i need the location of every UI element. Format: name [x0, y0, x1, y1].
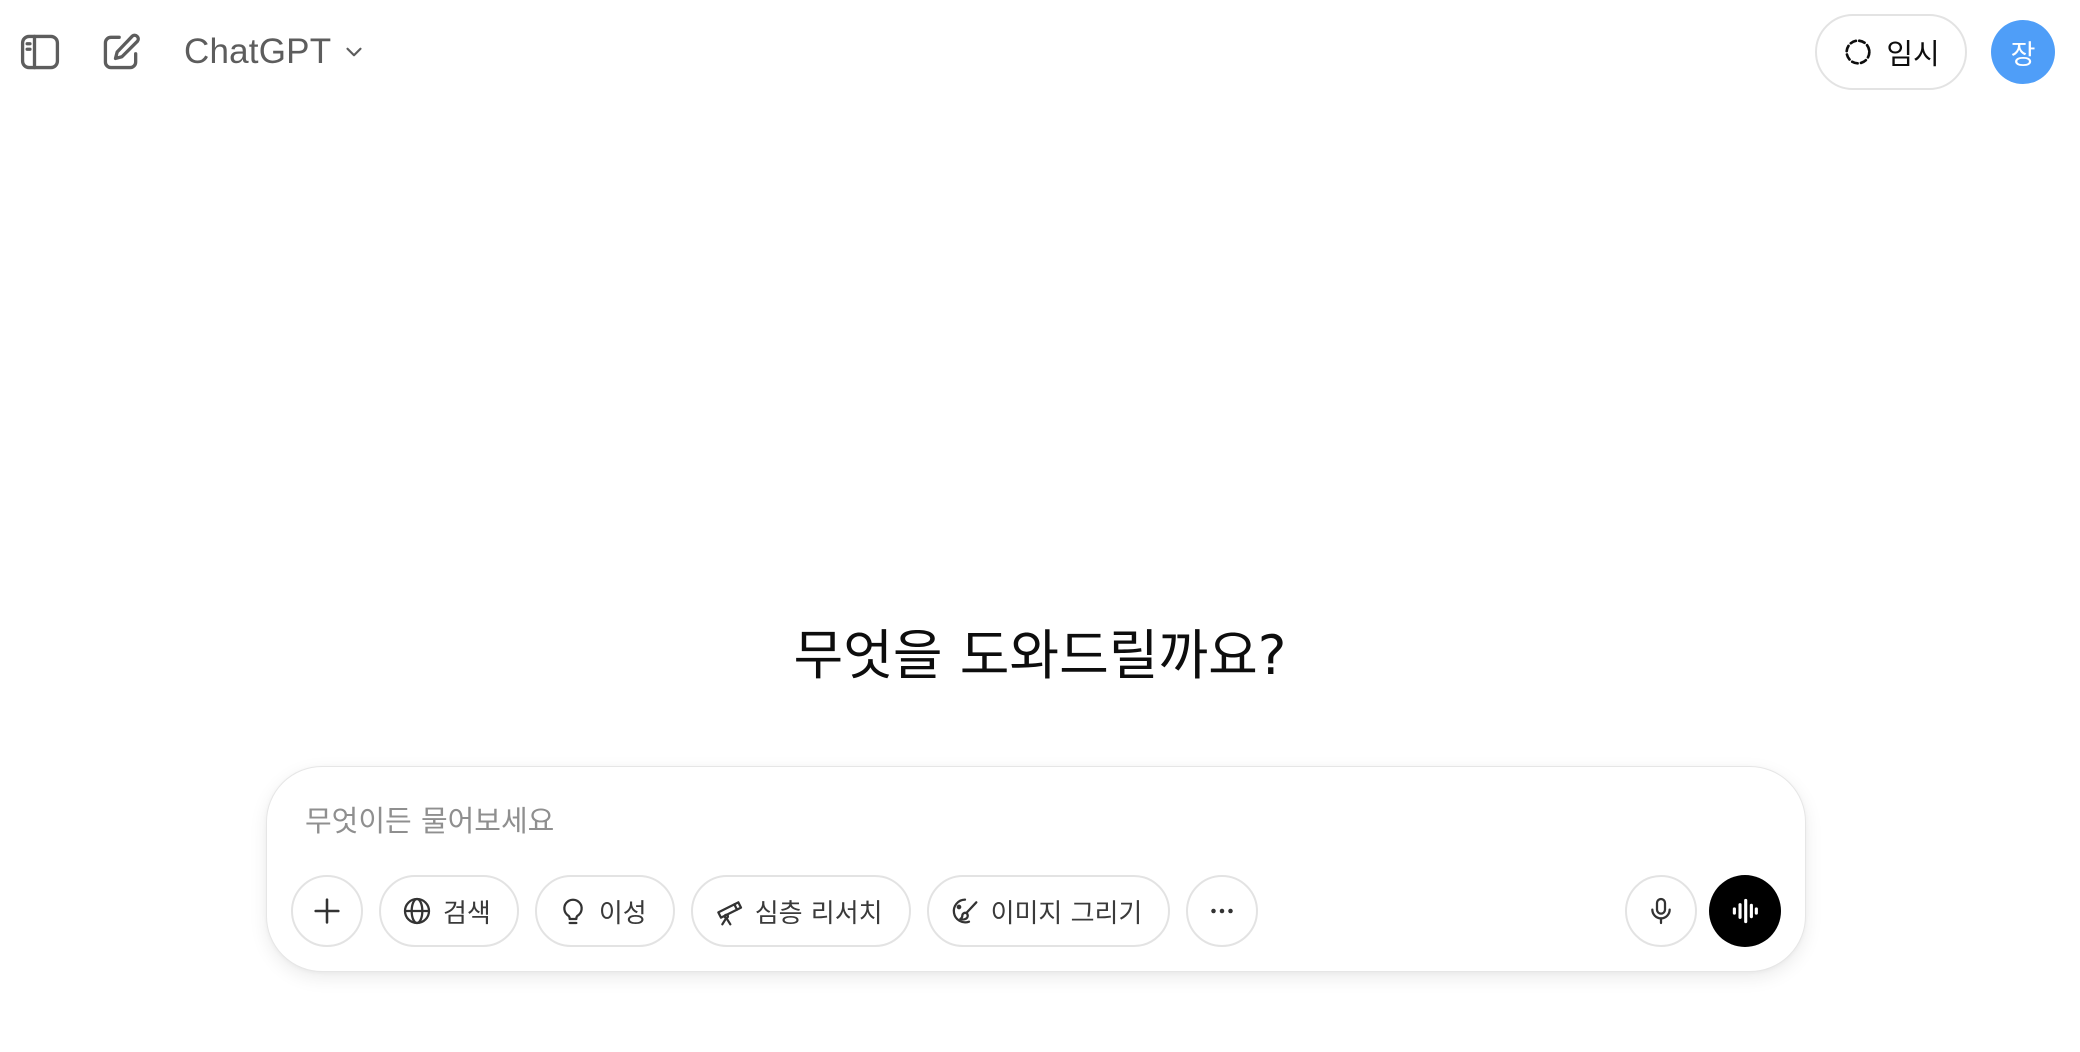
- add-attachment-button[interactable]: [291, 875, 363, 947]
- message-input[interactable]: [305, 797, 1765, 845]
- composer-tools: 검색 이성 심층 리서치 이미지 그리기: [291, 875, 1259, 947]
- dashed-circle-icon: [1842, 36, 1874, 68]
- temporary-chat-label: 임시: [1886, 37, 1940, 71]
- globe-icon: [401, 895, 433, 927]
- voice-mode-button[interactable]: [1709, 875, 1781, 947]
- deep-research-button[interactable]: 심층 리서치: [690, 875, 911, 947]
- model-name: ChatGPT: [184, 32, 332, 71]
- microphone-icon: [1645, 895, 1677, 927]
- top-header: ChatGPT 임시 장: [0, 0, 2080, 104]
- dictation-button[interactable]: [1625, 875, 1697, 947]
- image-create-label: 이미지 그리기: [990, 898, 1143, 929]
- page-headline: 무엇을 도와드릴까요?: [793, 624, 1287, 687]
- model-switcher[interactable]: ChatGPT: [184, 26, 367, 78]
- telescope-icon: [713, 895, 745, 927]
- search-tool-label: 검색: [443, 898, 491, 929]
- new-chat-button[interactable]: [93, 24, 149, 80]
- reason-tool-button[interactable]: 이성: [534, 875, 675, 947]
- reason-tool-label: 이성: [598, 898, 647, 929]
- chevron-down-icon: [341, 39, 367, 65]
- message-composer: 검색 이성: [266, 766, 1806, 972]
- voice-mode-icon: [1728, 894, 1762, 928]
- paintbrush-icon: [949, 895, 981, 927]
- search-tool-button[interactable]: 검색: [379, 875, 519, 947]
- image-create-button[interactable]: 이미지 그리기: [926, 875, 1171, 947]
- composer-actions: [1625, 875, 1781, 947]
- more-icon: [1205, 894, 1239, 928]
- sidebar-toggle-icon: [18, 30, 62, 74]
- deep-research-label: 심층 리서치: [754, 898, 883, 929]
- sidebar-toggle-button[interactable]: [12, 24, 68, 80]
- plus-icon: [310, 894, 344, 928]
- user-avatar[interactable]: 장: [1991, 20, 2055, 84]
- more-tools-button[interactable]: [1186, 875, 1259, 947]
- edit-icon: [99, 30, 143, 74]
- temporary-chat-button[interactable]: 임시: [1815, 14, 1967, 90]
- chatgpt-home: ChatGPT 임시 장 무엇을 도와드릴까요? 무엇이든 물어보세요 검색 이…: [0, 0, 2080, 1052]
- lightbulb-icon: [557, 895, 589, 927]
